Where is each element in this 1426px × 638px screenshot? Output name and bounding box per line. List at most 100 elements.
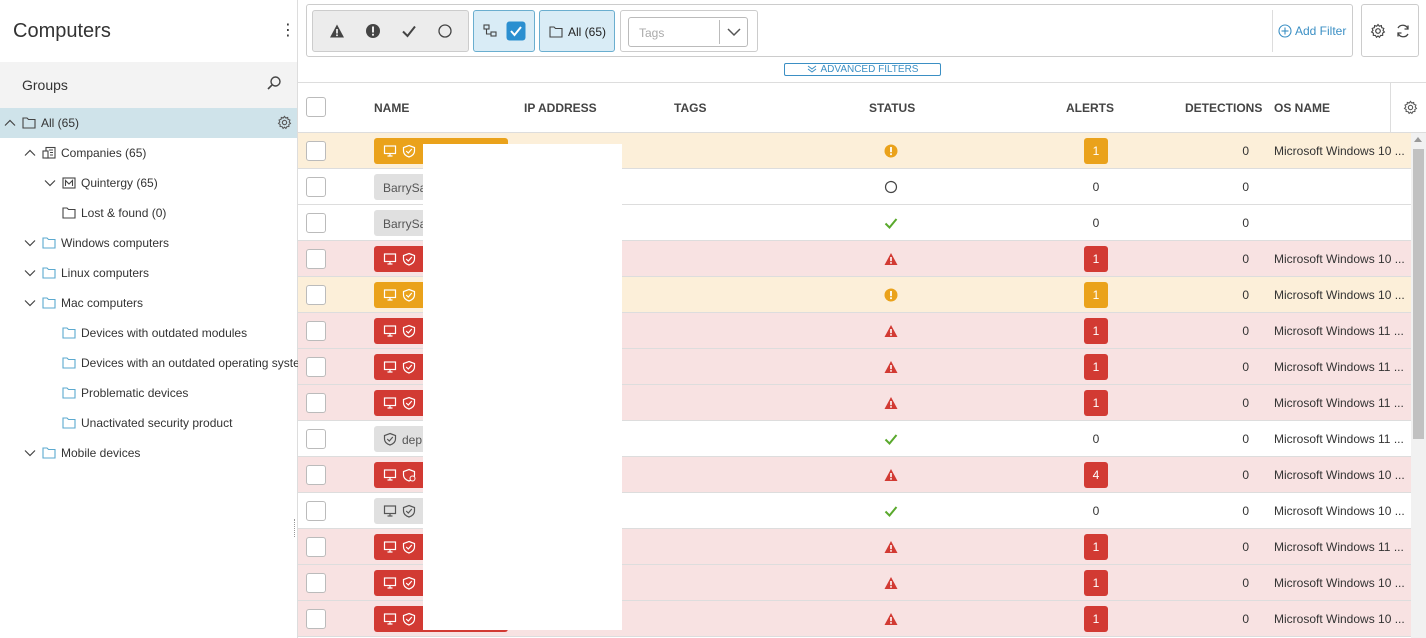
subgroups-checkbox-icon[interactable] bbox=[506, 21, 526, 41]
gear-icon[interactable] bbox=[277, 115, 292, 130]
status-circle-icon bbox=[884, 180, 898, 194]
detections-count: 0 bbox=[1242, 144, 1249, 158]
column-header-status[interactable]: STATUS bbox=[869, 101, 915, 115]
alerts-count[interactable]: 1 bbox=[1084, 534, 1108, 560]
search-icon[interactable] bbox=[266, 75, 282, 91]
column-header-ip-address[interactable]: IP ADDRESS bbox=[524, 101, 597, 115]
tree-item[interactable]: Unactivated security product bbox=[0, 408, 297, 438]
shield-icon bbox=[402, 396, 416, 410]
os-name: Microsoft Windows 10 ... bbox=[1274, 504, 1405, 518]
row-checkbox[interactable] bbox=[306, 213, 326, 233]
alerts-count[interactable]: 1 bbox=[1084, 570, 1108, 596]
status-warning-icon bbox=[884, 613, 898, 625]
column-header-detections[interactable]: DETECTIONS bbox=[1185, 101, 1262, 115]
scroll-thumb[interactable] bbox=[1413, 149, 1424, 439]
row-checkbox[interactable] bbox=[306, 141, 326, 161]
chevron-down-icon[interactable] bbox=[726, 26, 742, 38]
monitor-icon bbox=[383, 577, 397, 589]
alerts-count[interactable]: 1 bbox=[1084, 246, 1108, 272]
tree-item[interactable]: Companies (65) bbox=[0, 138, 297, 168]
alerts-count[interactable]: 1 bbox=[1084, 282, 1108, 308]
tree-item[interactable]: Lost & found (0) bbox=[0, 198, 297, 228]
tree-item[interactable]: Problematic devices bbox=[0, 378, 297, 408]
os-name: Microsoft Windows 10 ... bbox=[1274, 144, 1405, 158]
row-checkbox[interactable] bbox=[306, 249, 326, 269]
chevron-down-icon[interactable] bbox=[24, 237, 36, 249]
chevron-down-icon[interactable] bbox=[24, 447, 36, 459]
chevron-down-icon[interactable] bbox=[44, 177, 56, 189]
tree-item-label: Lost & found (0) bbox=[81, 206, 167, 220]
row-checkbox[interactable] bbox=[306, 609, 326, 629]
monitor-icon bbox=[383, 613, 397, 625]
groups-header: Groups bbox=[0, 62, 297, 108]
add-filter-button[interactable]: Add Filter bbox=[1278, 24, 1346, 38]
alerts-count[interactable]: 1 bbox=[1084, 138, 1108, 164]
alerts-count[interactable]: 1 bbox=[1084, 318, 1108, 344]
chevron-down-icon[interactable] bbox=[24, 297, 36, 309]
hierarchy-icon bbox=[483, 24, 497, 37]
alerts-count: 0 bbox=[1092, 180, 1100, 194]
refresh-icon[interactable] bbox=[1395, 23, 1411, 39]
monitor-icon bbox=[383, 289, 397, 301]
exclamation-filter-icon[interactable] bbox=[365, 23, 381, 39]
column-settings[interactable] bbox=[1390, 83, 1426, 132]
warning-filter-icon[interactable] bbox=[329, 23, 345, 39]
add-filter-label: Add Filter bbox=[1295, 24, 1347, 38]
row-checkbox[interactable] bbox=[306, 177, 326, 197]
monitor-icon bbox=[383, 469, 397, 481]
advanced-filters-toggle[interactable]: ADVANCED FILTERS bbox=[784, 63, 941, 76]
row-checkbox[interactable] bbox=[306, 537, 326, 557]
folder-icon bbox=[62, 207, 76, 219]
table-scrollbar[interactable] bbox=[1411, 133, 1426, 638]
tree-item-label: Quintergy (65) bbox=[81, 176, 158, 190]
column-header-alerts[interactable]: ALERTS bbox=[1066, 101, 1114, 115]
status-warning-icon bbox=[884, 253, 898, 265]
chevron-up-icon[interactable] bbox=[4, 117, 16, 129]
tree-item[interactable]: Devices with outdated modules bbox=[0, 318, 297, 348]
column-header-tags[interactable]: TAGS bbox=[674, 101, 706, 115]
select-all-checkbox[interactable] bbox=[306, 97, 326, 117]
folder-icon bbox=[22, 117, 36, 129]
scroll-up-icon[interactable] bbox=[1414, 137, 1422, 142]
row-checkbox[interactable] bbox=[306, 393, 326, 413]
monitor-icon bbox=[383, 397, 397, 409]
dynamic-folder-icon bbox=[62, 327, 76, 339]
tree-item[interactable]: Linux computers bbox=[0, 258, 297, 288]
dynamic-folder-icon bbox=[62, 387, 76, 399]
alerts-count[interactable]: 4 bbox=[1084, 462, 1108, 488]
row-checkbox[interactable] bbox=[306, 357, 326, 377]
detections-count: 0 bbox=[1242, 180, 1249, 194]
row-checkbox[interactable] bbox=[306, 465, 326, 485]
alerts-count[interactable]: 1 bbox=[1084, 354, 1108, 380]
filter-toolbar: Tags bbox=[306, 4, 1353, 57]
tree-item[interactable]: Mobile devices bbox=[0, 438, 297, 468]
more-options-icon[interactable]: ⋮ bbox=[280, 22, 296, 42]
tree-item[interactable]: All (65) bbox=[0, 108, 297, 138]
tags-select[interactable]: Tags bbox=[628, 17, 748, 47]
monitor-icon bbox=[383, 325, 397, 337]
check-filter-icon[interactable] bbox=[401, 23, 417, 39]
status-warning-icon bbox=[884, 361, 898, 373]
tree-item[interactable]: Devices with an outdated operating syste… bbox=[0, 348, 310, 378]
group-selector-button[interactable]: All (65) bbox=[539, 10, 615, 52]
shield-icon bbox=[402, 144, 416, 158]
monitor-icon bbox=[383, 505, 397, 517]
row-checkbox[interactable] bbox=[306, 573, 326, 593]
row-checkbox[interactable] bbox=[306, 285, 326, 305]
row-checkbox[interactable] bbox=[306, 429, 326, 449]
chevron-down-icon[interactable] bbox=[24, 267, 36, 279]
circle-filter-icon[interactable] bbox=[437, 23, 453, 39]
tree-item[interactable]: Quintergy (65) bbox=[0, 168, 297, 198]
column-header-name[interactable]: NAME bbox=[374, 101, 409, 115]
row-checkbox[interactable] bbox=[306, 501, 326, 521]
gear-icon[interactable] bbox=[1370, 23, 1386, 39]
chevron-up-icon[interactable] bbox=[24, 147, 36, 159]
row-checkbox[interactable] bbox=[306, 321, 326, 341]
tree-item[interactable]: Windows computers bbox=[0, 228, 297, 258]
column-header-os-name[interactable]: OS NAME bbox=[1274, 101, 1330, 115]
subgroups-toggle[interactable] bbox=[473, 10, 535, 52]
os-name: Microsoft Windows 11 ... bbox=[1274, 432, 1404, 446]
alerts-count[interactable]: 1 bbox=[1084, 390, 1108, 416]
alerts-count[interactable]: 1 bbox=[1084, 606, 1108, 632]
tree-item[interactable]: Mac computers bbox=[0, 288, 297, 318]
